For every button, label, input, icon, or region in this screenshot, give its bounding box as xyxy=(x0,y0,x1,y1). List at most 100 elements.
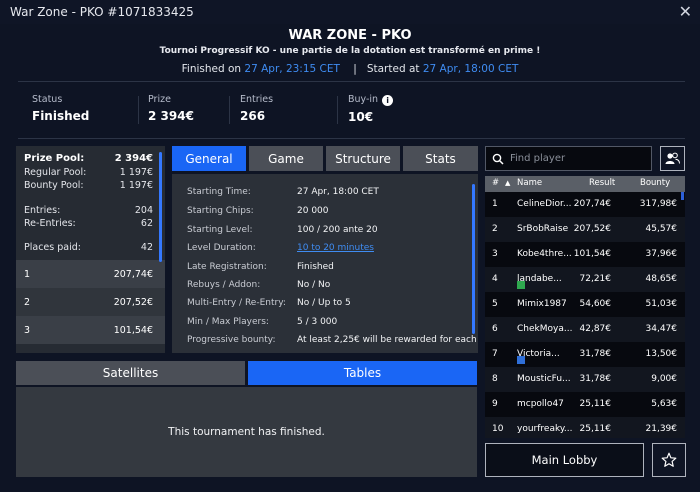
bounty-pool-row: Bounty Pool: 1 197€ xyxy=(24,180,153,191)
player-row[interactable]: 4 landabe... 72,21€ 48,65€ xyxy=(485,267,685,292)
player-result: 101,54€ xyxy=(573,249,611,259)
player-row[interactable]: 10 yourfreaky... 25,11€ 21,39€ xyxy=(485,417,685,438)
users-button[interactable] xyxy=(660,146,685,171)
tab-game[interactable]: Game xyxy=(249,146,323,171)
tab-stats[interactable]: Stats xyxy=(403,146,478,171)
player-row[interactable]: 3 Kobe4thre... 101,54€ 37,96€ xyxy=(485,242,685,267)
stat-buyin: Buy-in i 10€ xyxy=(348,94,394,124)
reentries-row: Re-Entries: 62 xyxy=(24,218,153,229)
places-paid-label: Places paid: xyxy=(24,242,81,253)
window-title: War Zone - PKO #1071833425 xyxy=(10,5,194,19)
places-paid-value: 42 xyxy=(140,242,153,253)
close-icon[interactable]: ✕ xyxy=(679,2,692,21)
finished-label: Finished on xyxy=(181,63,242,75)
search-icon xyxy=(492,153,504,165)
players-table-header: # ▲ Name Result Bounty xyxy=(485,176,685,192)
divider xyxy=(337,96,338,124)
player-row[interactable]: 5 Mimix1987 54,60€ 51,03€ xyxy=(485,292,685,317)
tables-panel: This tournament has finished. xyxy=(16,387,477,477)
level-duration-link[interactable]: 10 to 20 minutes xyxy=(297,243,374,253)
player-name: Kobe4thre... xyxy=(517,249,572,259)
player-row[interactable]: 6 ChekMoya... 42,87€ 34,47€ xyxy=(485,317,685,342)
player-rank: 6 xyxy=(492,324,498,334)
player-rank: 10 xyxy=(492,424,504,434)
users-icon xyxy=(665,152,680,164)
player-bounty: 21,39€ xyxy=(645,424,678,434)
payout-rank: 2 xyxy=(24,296,31,308)
tournament-title: WAR ZONE - PKO xyxy=(288,28,412,43)
general-label: Starting Level: xyxy=(187,225,253,235)
col-bounty[interactable]: Bounty xyxy=(640,178,670,188)
stat-prize: Prize 2 394€ xyxy=(148,94,194,123)
player-search[interactable] xyxy=(485,146,652,171)
player-result: 207,52€ xyxy=(573,224,611,234)
started-label: Started at xyxy=(366,63,420,75)
prize-pool-label: Prize Pool: xyxy=(24,153,85,164)
payout-amount: 207,74€ xyxy=(113,268,153,280)
main-lobby-button[interactable]: Main Lobby xyxy=(485,443,644,477)
player-row[interactable]: 7 Victoria... 31,78€ 13,50€ xyxy=(485,342,685,367)
player-name-cell: yourfreaky... xyxy=(517,424,572,434)
prize-pool-row: Prize Pool: 2 394€ xyxy=(24,153,153,164)
info-icon[interactable]: i xyxy=(382,95,394,106)
player-name-cell: landabe... xyxy=(517,274,562,289)
tab-satellites[interactable]: Satellites xyxy=(16,361,245,385)
tab-structure[interactable]: Structure xyxy=(326,146,400,171)
player-name: mcpollo47 xyxy=(517,399,564,409)
players-scrollbar[interactable] xyxy=(681,192,684,200)
general-scrollbar[interactable] xyxy=(472,184,475,334)
player-row[interactable]: 9 mcpollo47 25,11€ 5,63€ xyxy=(485,392,685,417)
entries-label: Entries xyxy=(240,94,274,105)
player-row[interactable]: 1 CelineDior... 207,74€ 317,98€ xyxy=(485,192,685,217)
player-row[interactable]: 8 MousticFu... 31,78€ 9,00€ xyxy=(485,367,685,392)
player-name-cell: MousticFu... xyxy=(517,374,571,384)
search-input[interactable] xyxy=(510,153,640,164)
times-separator: | xyxy=(353,63,357,75)
tournament-subtitle: Tournoi Progressif KO - une partie de la… xyxy=(159,46,541,56)
player-result: 31,78€ xyxy=(579,349,612,359)
player-name: MousticFu... xyxy=(517,374,571,384)
regular-pool-value: 1 197€ xyxy=(119,167,153,178)
player-row[interactable]: 2 SrBobRaise 207,52€ 45,57€ xyxy=(485,217,685,242)
player-name-cell: mcpollo47 xyxy=(517,399,564,409)
payout-row: 3 101,54€ xyxy=(16,316,165,344)
sort-arrow-icon[interactable]: ▲ xyxy=(505,179,510,187)
places-paid-row: Places paid: 42 xyxy=(24,242,153,253)
player-result: 25,11€ xyxy=(579,399,612,409)
divider xyxy=(18,81,685,82)
player-result: 54,60€ xyxy=(579,299,612,309)
prize-scrollbar[interactable] xyxy=(159,152,162,262)
tab-general[interactable]: General xyxy=(172,146,246,171)
entries-value: 266 xyxy=(240,109,266,123)
regular-pool-row: Regular Pool: 1 197€ xyxy=(24,167,153,178)
general-value: No / Up to 5 xyxy=(297,298,351,308)
general-value: 5 / 3 000 xyxy=(297,317,338,327)
stat-status: Status Finished xyxy=(32,94,89,123)
window-titlebar: War Zone - PKO #1071833425 ✕ xyxy=(0,0,700,24)
player-name: ChekMoya... xyxy=(517,324,573,334)
stat-entries: Entries 266 xyxy=(240,94,273,123)
col-result[interactable]: Result xyxy=(589,178,615,188)
reentries-label: Re-Entries: xyxy=(24,218,76,229)
player-name: Mimix1987 xyxy=(517,299,567,309)
prize-pool-panel: Prize Pool: 2 394€ Regular Pool: 1 197€ Bo… xyxy=(16,146,165,353)
general-label: Min / Max Players: xyxy=(187,317,269,327)
payout-rank: 1 xyxy=(24,268,31,280)
reentries-value: 62 xyxy=(140,218,153,229)
player-name-cell: CelineDior... xyxy=(517,199,571,209)
player-rank: 4 xyxy=(492,274,498,284)
col-name[interactable]: Name xyxy=(517,178,542,188)
player-bounty: 317,98€ xyxy=(639,199,677,209)
player-result: 25,11€ xyxy=(579,424,612,434)
player-rank: 7 xyxy=(492,349,498,359)
player-bounty: 34,47€ xyxy=(645,324,678,334)
player-name-cell: Victoria... xyxy=(517,349,560,364)
player-rank: 9 xyxy=(492,399,498,409)
prize-value: 2 394€ xyxy=(148,109,194,123)
general-panel: Starting Time: 27 Apr, 18:00 CET Startin… xyxy=(172,174,478,353)
player-result: 42,87€ xyxy=(579,324,612,334)
player-bounty: 13,50€ xyxy=(645,349,678,359)
tab-tables[interactable]: Tables xyxy=(248,361,477,385)
favorite-button[interactable] xyxy=(652,443,686,477)
col-rank[interactable]: # xyxy=(492,178,499,188)
